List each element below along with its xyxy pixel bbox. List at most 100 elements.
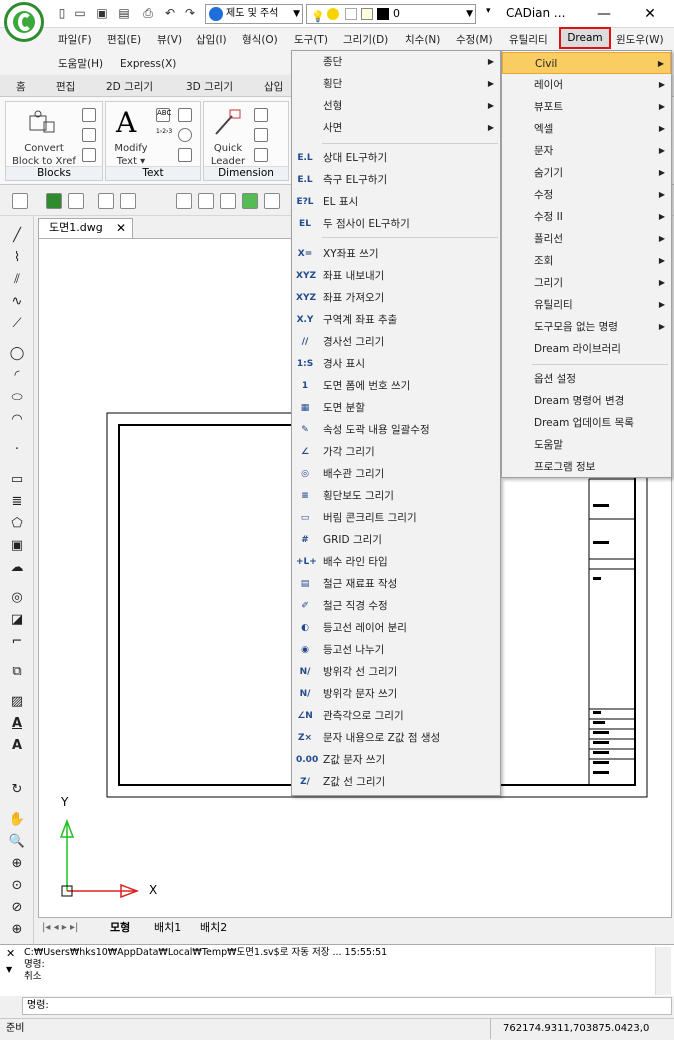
- block-insert-icon[interactable]: ⧉: [8, 664, 26, 680]
- submenu-item[interactable]: 수정 ▶: [502, 184, 671, 206]
- tab-model[interactable]: 모형: [110, 918, 130, 938]
- mtext-icon[interactable]: A: [8, 716, 26, 732]
- customize-toolbar-icon[interactable]: ▾: [486, 6, 491, 16]
- ungroup-icon[interactable]: [264, 193, 280, 209]
- dropdown-item[interactable]: ◎ 배수관 그리기: [292, 463, 500, 485]
- circle-icon[interactable]: ◯: [8, 346, 26, 362]
- dropdown-item[interactable]: ▦ 도면 분할: [292, 397, 500, 419]
- document-icon[interactable]: [120, 193, 136, 209]
- dropdown-item[interactable]: ≡ 횡단보도 그리기: [292, 485, 500, 507]
- dropdown-item[interactable]: E.L 측구 EL구하기: [292, 169, 500, 191]
- dim-edit-icon[interactable]: [254, 108, 268, 122]
- workspace-combo[interactable]: 제도 및 주석 ▼: [205, 4, 303, 24]
- close-icon[interactable]: ✕: [116, 219, 126, 237]
- dropdown-item[interactable]: Z/Z값 선 그리기: [292, 771, 500, 793]
- submenu-item[interactable]: 그리기 ▶: [502, 272, 671, 294]
- zoom-window-icon[interactable]: ⊕: [8, 856, 26, 872]
- command-input[interactable]: 명령:: [22, 997, 672, 1015]
- dropdown-item[interactable]: +L+ 배수 라인 타입: [292, 551, 500, 573]
- menu-draw[interactable]: 그리기(D): [343, 31, 388, 49]
- pan-icon[interactable]: ✋: [8, 812, 26, 828]
- submenu-item[interactable]: 문자 ▶: [502, 140, 671, 162]
- dropdown-item[interactable]: E.L 상대 EL구하기: [292, 147, 500, 169]
- polygon-icon[interactable]: ⬠: [8, 516, 26, 532]
- dropdown-item[interactable]: 1:S 경사 표시: [292, 353, 500, 375]
- tab-edit[interactable]: 편집: [56, 79, 75, 94]
- dropdown-item[interactable]: ▤ 철근 재료표 작성: [292, 573, 500, 595]
- menu-insert[interactable]: 삽입(I): [196, 31, 227, 49]
- submenu-item[interactable]: 프로그램 정보: [502, 456, 671, 478]
- submenu-item[interactable]: Dream 업데이트 목록: [502, 412, 671, 434]
- convert-block-icon[interactable]: [26, 108, 56, 138]
- new-file-icon[interactable]: ▯: [54, 5, 70, 21]
- submenu-item[interactable]: 유틸리티 ▶: [502, 294, 671, 316]
- hatch-lines-icon[interactable]: ≣: [8, 494, 26, 510]
- tab-layout1[interactable]: 배치1: [154, 918, 181, 938]
- minimize-button[interactable]: —: [584, 2, 624, 26]
- regen-icon[interactable]: ↻: [8, 782, 26, 798]
- print-icon[interactable]: ⎙: [140, 5, 156, 21]
- dropdown-item[interactable]: ∠N 관측각으로 그리기: [292, 705, 500, 727]
- save-icon[interactable]: ▣: [94, 5, 110, 21]
- dropdown-item[interactable]: ∠ 가각 그리기: [292, 441, 500, 463]
- menu-express[interactable]: Express(X): [120, 55, 176, 73]
- ellipse-icon[interactable]: ⬭: [8, 390, 26, 406]
- dropdown-submenu-item[interactable]: 횡단 ▶: [292, 73, 500, 95]
- dropdown-item[interactable]: ✎ 속성 도곽 내용 일괄수정: [292, 419, 500, 441]
- dropdown-submenu-item[interactable]: 종단 ▶: [292, 51, 500, 73]
- zoom-previous-icon[interactable]: ⊘: [8, 900, 26, 916]
- dim-update-icon[interactable]: [254, 148, 268, 162]
- submenu-item[interactable]: 수정 II ▶: [502, 206, 671, 228]
- dropdown-item[interactable]: 0.00 Z값 문자 쓰기: [292, 749, 500, 771]
- menu-help[interactable]: 도움말(H): [58, 55, 103, 73]
- region-icon[interactable]: ▣: [8, 538, 26, 554]
- submenu-item[interactable]: 숨기기 ▶: [502, 162, 671, 184]
- xline-icon[interactable]: ⫽: [8, 272, 26, 288]
- dropdown-item[interactable]: # GRID 그리기: [292, 529, 500, 551]
- spell-icon[interactable]: [98, 193, 114, 209]
- tab-nav-arrows-icon[interactable]: |◂ ◂ ▸ ▸|: [42, 918, 78, 938]
- text-icon[interactable]: A: [8, 738, 26, 754]
- cloud-icon[interactable]: ☁: [8, 560, 26, 576]
- text-number-icon[interactable]: 1›2›3: [156, 128, 172, 142]
- dropdown-item[interactable]: // 경사선 그리기: [292, 331, 500, 353]
- spline-icon[interactable]: ∿: [8, 294, 26, 310]
- rectangle-icon[interactable]: ▭: [8, 472, 26, 488]
- dropdown-item[interactable]: X.Y 구역계 좌표 추출: [292, 309, 500, 331]
- dropdown-item[interactable]: EL 두 점사이 EL구하기: [292, 213, 500, 235]
- excel-icon[interactable]: [46, 193, 62, 209]
- spell-check-icon[interactable]: ABC: [156, 108, 171, 122]
- menu-window[interactable]: 윈도우(W): [616, 31, 664, 49]
- select-icon[interactable]: [176, 193, 192, 209]
- submenu-item[interactable]: 뷰포트 ▶: [502, 96, 671, 118]
- freehand-icon[interactable]: ⟋: [8, 316, 26, 332]
- menu-dream[interactable]: Dream: [559, 27, 611, 49]
- tab-3d-draw[interactable]: 3D 그리기: [186, 79, 233, 94]
- dropdown-item[interactable]: ✐ 철근 직경 수정: [292, 595, 500, 617]
- donut-icon[interactable]: ◎: [8, 590, 26, 606]
- menu-tools[interactable]: 도구(T): [294, 31, 328, 49]
- dropdown-item[interactable]: X= XY좌표 쓰기: [292, 243, 500, 265]
- dropdown-item[interactable]: E?L EL 표시: [292, 191, 500, 213]
- dropdown-item[interactable]: XYZ 좌표 내보내기: [292, 265, 500, 287]
- table-edit-icon[interactable]: [68, 193, 84, 209]
- open-file-icon[interactable]: ▭: [72, 5, 88, 21]
- layer-combo[interactable]: 💡 0 ▼: [306, 4, 476, 24]
- scrollbar[interactable]: [655, 947, 671, 995]
- menu-dimension[interactable]: 치수(N): [405, 31, 440, 49]
- submenu-item[interactable]: Dream 라이브러리: [502, 338, 671, 360]
- document-tab[interactable]: 도면1.dwg ✕: [38, 218, 133, 238]
- submenu-item[interactable]: 레이어 ▶: [502, 74, 671, 96]
- quick-leader-icon[interactable]: [212, 108, 242, 138]
- tab-insert[interactable]: 삽입: [264, 79, 283, 94]
- toolbar-icon[interactable]: [12, 193, 28, 209]
- dim-style-icon[interactable]: [254, 128, 268, 142]
- dropdown-item[interactable]: ▭ 버림 콘크리트 그리기: [292, 507, 500, 529]
- submenu-item[interactable]: 엑셀 ▶: [502, 118, 671, 140]
- app-logo[interactable]: [4, 2, 44, 42]
- dropdown-submenu-item[interactable]: 사면 ▶: [292, 117, 500, 139]
- tab-2d-draw[interactable]: 2D 그리기: [106, 79, 153, 94]
- zoom-extents-icon[interactable]: ⊙: [8, 878, 26, 894]
- wipeout-icon[interactable]: ◪: [8, 612, 26, 628]
- submenu-item[interactable]: 도구모음 없는 명령 ▶: [502, 316, 671, 338]
